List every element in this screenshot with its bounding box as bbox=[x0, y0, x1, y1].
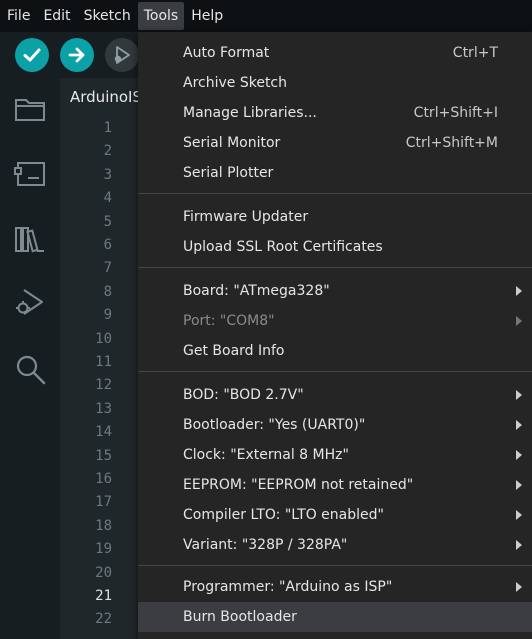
menu-upload-ssl[interactable]: Upload SSL Root Certificates bbox=[138, 232, 532, 262]
menu-bootloader-label: Bootloader: "Yes (UART0)" bbox=[183, 417, 366, 433]
menu-archive-sketch-label: Archive Sketch bbox=[183, 75, 288, 91]
menu-port: Port: "COM8" bbox=[138, 306, 532, 336]
menu-help[interactable]: Help bbox=[185, 2, 229, 30]
check-icon bbox=[23, 48, 41, 62]
menu-separator bbox=[138, 267, 532, 268]
line-number: 19 bbox=[95, 541, 112, 558]
menu-get-board-info-label: Get Board Info bbox=[183, 343, 285, 359]
line-number: 1 bbox=[103, 120, 112, 136]
verify-button[interactable] bbox=[15, 38, 49, 72]
menu-clock-label: Clock: "External 8 MHz" bbox=[183, 447, 349, 463]
submenu-arrow-icon bbox=[516, 582, 522, 592]
submenu-arrow-icon bbox=[516, 420, 522, 430]
menu-manage-libraries[interactable]: Manage Libraries... Ctrl+Shift+I bbox=[138, 98, 532, 128]
menu-port-label: Port: "COM8" bbox=[183, 313, 275, 329]
menu-auto-format-shortcut: Ctrl+T bbox=[452, 45, 498, 61]
line-number: 16 bbox=[95, 471, 112, 487]
menu-programmer[interactable]: Programmer: "Arduino as ISP" bbox=[138, 572, 532, 602]
menu-compiler-lto-label: Compiler LTO: "LTO enabled" bbox=[183, 507, 384, 523]
menu-serial-plotter-label: Serial Plotter bbox=[183, 165, 274, 181]
menu-firmware-updater-label: Firmware Updater bbox=[183, 209, 309, 225]
menu-file[interactable]: File bbox=[1, 2, 36, 30]
menu-manage-libraries-shortcut: Ctrl+Shift+I bbox=[413, 105, 498, 121]
menu-firmware-updater[interactable]: Firmware Updater bbox=[138, 202, 532, 232]
menu-separator bbox=[138, 371, 532, 372]
sidebar bbox=[0, 78, 60, 639]
library-icon[interactable] bbox=[13, 222, 47, 256]
menu-serial-monitor-label: Serial Monitor bbox=[183, 135, 281, 151]
menu-separator bbox=[138, 193, 532, 194]
folder-icon[interactable] bbox=[13, 92, 47, 126]
menu-archive-sketch[interactable]: Archive Sketch bbox=[138, 68, 532, 98]
submenu-arrow-icon bbox=[516, 510, 522, 520]
menu-clock[interactable]: Clock: "External 8 MHz" bbox=[138, 440, 532, 470]
menu-compiler-lto[interactable]: Compiler LTO: "LTO enabled" bbox=[138, 500, 532, 530]
menu-burn-bootloader-label: Burn Bootloader bbox=[183, 609, 297, 625]
menu-programmer-label: Programmer: "Arduino as ISP" bbox=[183, 579, 393, 595]
line-number: 3 bbox=[103, 166, 112, 183]
line-number: 22 bbox=[95, 611, 112, 628]
search-icon[interactable] bbox=[13, 352, 47, 386]
menu-bod-label: BOD: "BOD 2.7V" bbox=[183, 387, 304, 403]
board-icon[interactable] bbox=[13, 156, 47, 190]
menu-variant-label: Variant: "328P / 328PA" bbox=[183, 537, 348, 553]
line-number: 13 bbox=[95, 400, 112, 417]
line-number: 6 bbox=[103, 237, 112, 253]
menu-bootloader[interactable]: Bootloader: "Yes (UART0)" bbox=[138, 410, 532, 440]
menu-get-board-info[interactable]: Get Board Info bbox=[138, 336, 532, 366]
line-number: 14 bbox=[95, 424, 112, 441]
line-number: 7 bbox=[103, 260, 112, 277]
arrow-right-icon bbox=[68, 47, 85, 63]
line-number: 9 bbox=[103, 307, 112, 324]
line-number: 5 bbox=[103, 213, 112, 230]
line-number: 4 bbox=[103, 190, 112, 207]
line-number: 21 bbox=[95, 588, 112, 604]
line-number: 17 bbox=[95, 494, 112, 511]
menu-edit[interactable]: Edit bbox=[37, 2, 76, 30]
line-number: 8 bbox=[103, 283, 112, 300]
menu-separator bbox=[138, 565, 532, 566]
upload-button[interactable] bbox=[60, 38, 94, 72]
menu-sketch[interactable]: Sketch bbox=[78, 2, 137, 30]
debug-button[interactable] bbox=[105, 38, 139, 72]
menu-eeprom-label: EEPROM: "EEPROM not retained" bbox=[183, 477, 414, 493]
debug-icon bbox=[114, 46, 130, 64]
menu-serial-plotter[interactable]: Serial Plotter bbox=[138, 158, 532, 188]
submenu-arrow-icon bbox=[516, 480, 522, 490]
menu-board[interactable]: Board: "ATmega328" bbox=[138, 276, 532, 306]
menu-upload-ssl-label: Upload SSL Root Certificates bbox=[183, 239, 383, 255]
line-number: 12 bbox=[95, 377, 112, 394]
menu-serial-monitor-shortcut: Ctrl+Shift+M bbox=[405, 135, 498, 151]
line-number: 11 bbox=[95, 354, 112, 370]
menu-eeprom[interactable]: EEPROM: "EEPROM not retained" bbox=[138, 470, 532, 500]
debug-side-icon[interactable] bbox=[13, 286, 47, 320]
line-number: 18 bbox=[95, 517, 112, 534]
menu-auto-format-label: Auto Format bbox=[183, 45, 270, 61]
submenu-arrow-icon bbox=[516, 316, 522, 326]
line-number: 20 bbox=[95, 564, 112, 581]
menu-bod[interactable]: BOD: "BOD 2.7V" bbox=[138, 380, 532, 410]
menu-tools[interactable]: Tools bbox=[137, 2, 185, 30]
line-number: 2 bbox=[103, 143, 112, 160]
line-number: 15 bbox=[95, 447, 112, 464]
submenu-arrow-icon bbox=[516, 540, 522, 550]
menu-auto-format[interactable]: Auto Format Ctrl+T bbox=[138, 38, 532, 68]
tools-menu: Auto Format Ctrl+T Archive Sketch Manage… bbox=[138, 32, 532, 639]
menu-serial-monitor[interactable]: Serial Monitor Ctrl+Shift+M bbox=[138, 128, 532, 158]
menu-burn-bootloader[interactable]: Burn Bootloader bbox=[138, 602, 532, 632]
menu-manage-libraries-label: Manage Libraries... bbox=[183, 105, 317, 121]
menu-variant[interactable]: Variant: "328P / 328PA" bbox=[138, 530, 532, 560]
submenu-arrow-icon bbox=[516, 450, 522, 460]
menu-bar: File Edit Sketch Tools Help bbox=[0, 0, 532, 32]
submenu-arrow-icon bbox=[516, 286, 522, 296]
submenu-arrow-icon bbox=[516, 390, 522, 400]
line-number: 10 bbox=[95, 330, 112, 347]
menu-board-label: Board: "ATmega328" bbox=[183, 283, 330, 299]
